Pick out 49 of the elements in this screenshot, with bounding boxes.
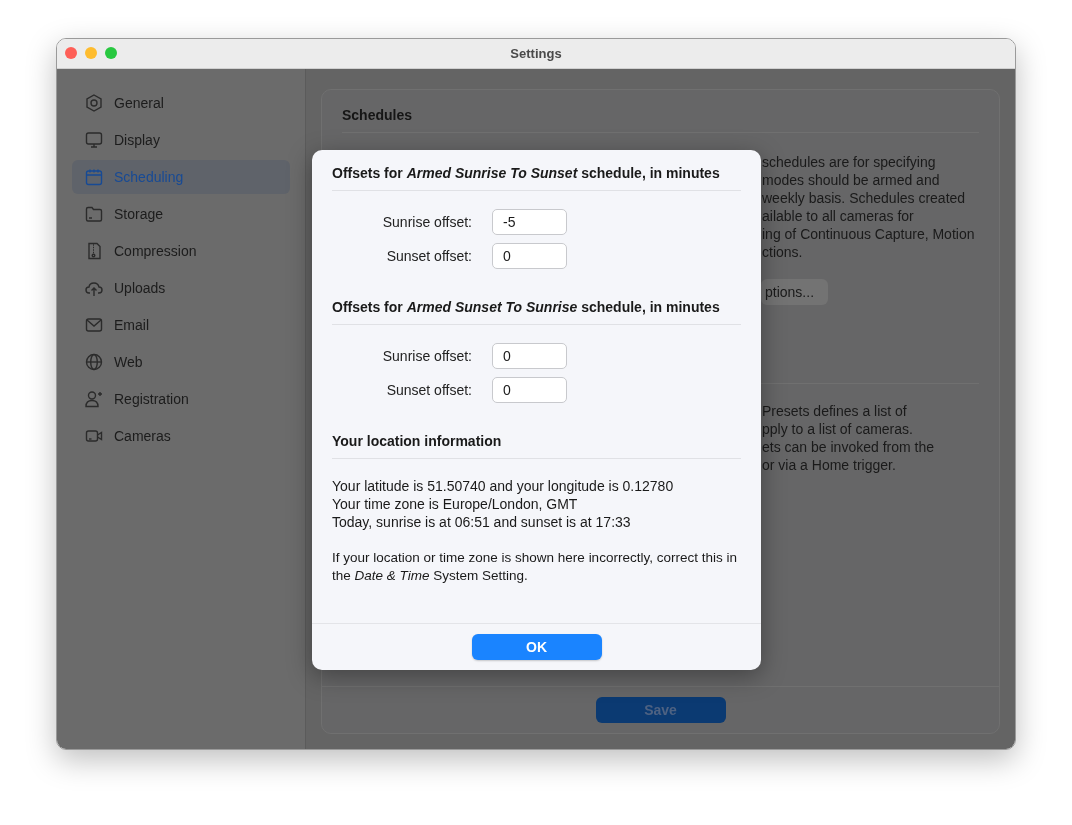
section-title: Schedules [342, 90, 979, 133]
location-text: Today, sunrise is at 06:51 and sunset is at 17:33 [332, 513, 632, 531]
sidebar-item[interactable]: Cameras [72, 419, 290, 453]
offset-field[interactable]: 0 [492, 377, 567, 403]
zoom-button[interactable] [105, 47, 117, 59]
sidebar-item[interactable]: Display [72, 123, 290, 157]
sidebar-item[interactable]: Web [72, 345, 290, 379]
description-text: Presets defines a list of [762, 402, 908, 420]
group-heading: Your location information [332, 433, 741, 459]
save-button[interactable]: Save [595, 697, 726, 723]
sidebar-item[interactable]: Email [72, 308, 290, 342]
location-text: Your time zone is Europe/London, GMT [332, 495, 579, 513]
description-text: weekly basis. Schedules created [762, 189, 967, 207]
close-button[interactable] [65, 47, 77, 59]
offset-field[interactable]: -5 [492, 209, 567, 235]
description-text: or via a Home trigger. [762, 456, 897, 474]
sidebar-item[interactable]: Compression [72, 234, 290, 268]
group-heading: Offsets for Armed Sunrise To Sunset schedule, in minutes [332, 165, 741, 191]
window-title: Settings [510, 46, 562, 61]
description-text: schedules are for specifying [762, 153, 937, 171]
minimize-button[interactable] [85, 47, 97, 59]
field-label: Sunrise offset: [381, 214, 472, 230]
location-text: Your latitude is 51.50740 and your longitude is 0.12780 [332, 477, 675, 495]
description-text: ing of Continuous Capture, Motion [762, 225, 976, 243]
envelope-icon [84, 315, 104, 335]
calendar-icon [84, 167, 104, 187]
note-text: If your location or time zone is shown here incorrectly, correct this in the Date & Time System Setting. [332, 549, 738, 585]
hexagon-icon [84, 93, 104, 113]
field-label: Sunset offset: [385, 248, 472, 264]
group-heading: Offsets for Armed Sunset To Sunrise schedule, in minutes [332, 299, 741, 325]
field-label: Sunset offset: [385, 382, 472, 398]
ok-button[interactable]: OK [471, 634, 602, 660]
folder-icon [84, 204, 104, 224]
description-text: ailable to all cameras for [762, 207, 915, 225]
sidebar-item[interactable]: Registration [72, 382, 290, 416]
offset-field[interactable]: 0 [492, 343, 567, 369]
description-text: modes should be armed and [762, 171, 941, 189]
sidebar-item[interactable]: Storage [72, 197, 290, 231]
description-text: ctions. [762, 243, 804, 261]
monitor-icon [84, 130, 104, 150]
description-text: pply to a list of cameras. [762, 420, 914, 438]
description-text: ets can be invoked from the [762, 438, 935, 456]
field-label: Sunrise offset: [381, 348, 472, 364]
sidebar-item[interactable]: General [72, 86, 290, 120]
globe-icon [84, 352, 104, 372]
person-add-icon [84, 389, 104, 409]
offset-field[interactable]: 0 [492, 243, 567, 269]
sidebar-item[interactable]: Uploads [72, 271, 290, 305]
options-button[interactable]: ptions... [761, 279, 829, 305]
